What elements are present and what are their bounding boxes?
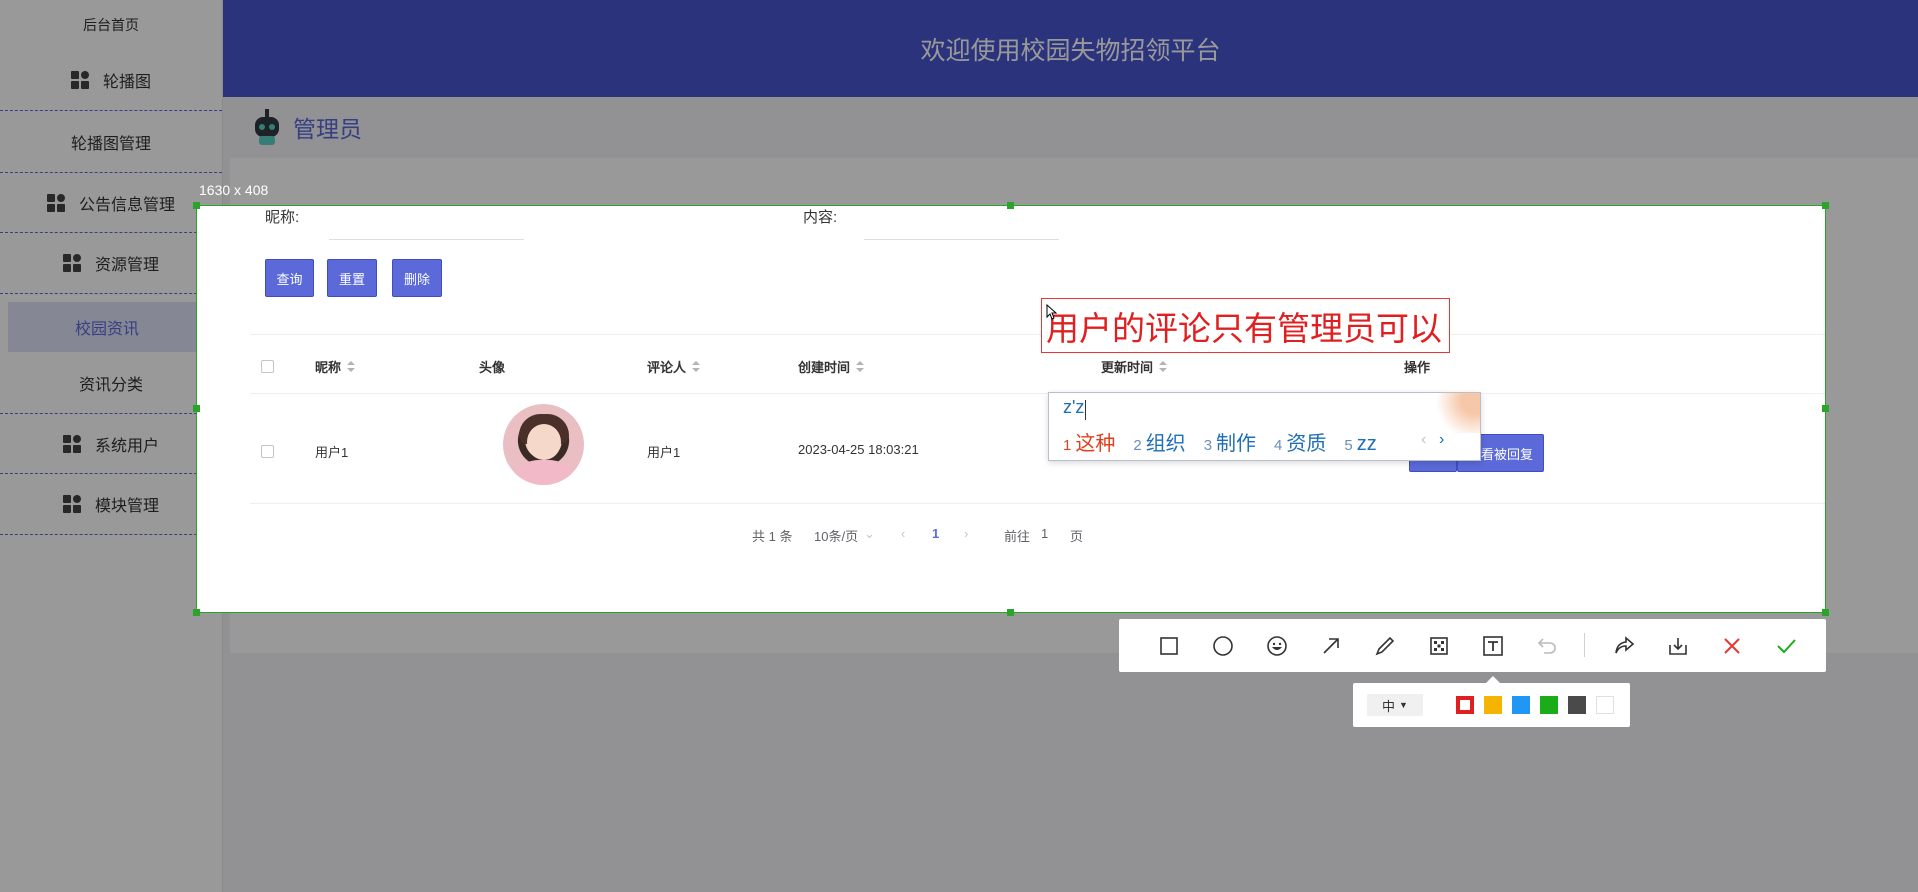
column-header-nickname[interactable]: 昵称: [315, 357, 356, 376]
delete-button[interactable]: 删除: [392, 259, 442, 297]
prev-page-icon[interactable]: ‹: [901, 526, 905, 541]
font-size-select[interactable]: 中 ▼: [1367, 694, 1423, 716]
resize-handle[interactable]: [193, 405, 200, 412]
resize-handle[interactable]: [1822, 609, 1829, 616]
row-checkbox[interactable]: [261, 445, 274, 458]
color-swatch-gray[interactable]: [1568, 696, 1586, 714]
current-page[interactable]: 1: [932, 526, 939, 541]
share-icon[interactable]: [1611, 633, 1637, 659]
chevron-down-icon: ⌄: [864, 526, 875, 541]
undo-icon[interactable]: [1534, 633, 1560, 659]
column-header-updated[interactable]: 更新时间: [1101, 357, 1168, 376]
arrow-icon[interactable]: [1318, 633, 1344, 659]
sort-icon[interactable]: [347, 360, 356, 373]
ime-candidate-window: z'z 1 这种 2 组织 3 制作 4 资质 5 zz ‹ ›: [1048, 392, 1481, 461]
comment-table: 昵称 头像 评论人 创建时间 更新时间 操作 用户1 用户1 2023-04-2…: [250, 334, 1825, 504]
row-created-time: 2023-04-25 18:03:21: [798, 442, 919, 457]
text-icon[interactable]: [1480, 633, 1506, 659]
nickname-input[interactable]: [329, 216, 524, 240]
resize-handle[interactable]: [1007, 609, 1014, 616]
text-options-bar: 中 ▼: [1353, 676, 1630, 727]
sort-icon[interactable]: [692, 360, 701, 373]
row-nickname: 用户1: [315, 445, 349, 460]
column-header-avatar: 头像: [479, 360, 506, 375]
resize-handle[interactable]: [193, 609, 200, 616]
ime-composition: z'z: [1063, 397, 1085, 417]
pen-icon[interactable]: [1372, 633, 1398, 659]
resize-handle[interactable]: [1007, 202, 1014, 209]
comment-list-panel: 昵称: 内容: 查询 重置 删除 昵称 头像 评论人 创建时间 更新时间 操作 …: [232, 206, 1825, 612]
goto-suffix: 页: [1070, 529, 1084, 544]
color-swatch-green[interactable]: [1540, 696, 1558, 714]
query-button[interactable]: 查询: [265, 259, 314, 297]
caret-down-icon: ▼: [1399, 700, 1408, 710]
ime-candidate[interactable]: 2 组织: [1133, 427, 1185, 456]
text-caret: [1085, 400, 1086, 420]
sort-icon[interactable]: [1159, 360, 1168, 373]
confirm-icon[interactable]: [1773, 633, 1799, 659]
save-icon[interactable]: [1665, 633, 1691, 659]
pagination: 共 1 条 10条/页 ⌄ ‹ 1 › 前往 1 页: [232, 526, 1825, 546]
color-swatch-blue[interactable]: [1512, 696, 1530, 714]
color-swatch-white[interactable]: [1596, 696, 1614, 714]
ime-skin-decoration: [1420, 393, 1480, 433]
selection-size-label: 1630 x 408: [199, 182, 269, 198]
ellipse-icon[interactable]: [1210, 633, 1236, 659]
avatar[interactable]: [503, 404, 584, 485]
row-commenter: 用户1: [647, 445, 681, 460]
next-page-icon[interactable]: ›: [964, 526, 968, 541]
content-label: 内容:: [803, 209, 838, 226]
pagination-total: 共 1 条: [752, 529, 793, 544]
screenshot-toolbar: [1119, 619, 1826, 672]
toolbar-divider: [1584, 633, 1585, 657]
ime-candidates: 1 这种 2 组织 3 制作 4 资质 5 zz: [1063, 427, 1395, 456]
nickname-label: 昵称:: [265, 209, 300, 226]
search-form: 昵称: 内容:: [232, 206, 1825, 246]
ime-candidate[interactable]: 5 zz: [1344, 433, 1376, 456]
reset-button[interactable]: 重置: [327, 259, 377, 297]
row-divider: [250, 503, 1825, 504]
rectangle-icon[interactable]: [1156, 633, 1182, 659]
column-header-commenter[interactable]: 评论人: [647, 357, 701, 376]
ime-candidate[interactable]: 3 制作: [1204, 427, 1256, 456]
selection-region[interactable]: 昵称: 内容: 查询 重置 删除 昵称 头像 评论人 创建时间 更新时间 操作 …: [196, 205, 1826, 613]
column-header-actions: 操作: [1404, 360, 1431, 375]
header-divider: [250, 393, 1825, 394]
color-swatch-red[interactable]: [1456, 696, 1474, 714]
sort-icon[interactable]: [856, 360, 865, 373]
resize-handle[interactable]: [193, 202, 200, 209]
ime-candidate[interactable]: 1 这种: [1063, 427, 1115, 456]
select-all-checkbox[interactable]: [261, 360, 274, 373]
mosaic-icon[interactable]: [1426, 633, 1452, 659]
content-input[interactable]: [864, 216, 1059, 240]
ime-candidate[interactable]: 4 资质: [1274, 427, 1326, 456]
goto-prefix: 前往: [1004, 529, 1031, 544]
resize-handle[interactable]: [1822, 202, 1829, 209]
color-swatch-yellow[interactable]: [1484, 696, 1502, 714]
mouse-cursor-icon: [1046, 304, 1058, 320]
text-annotation[interactable]: 用户的评论只有管理员可以: [1041, 298, 1450, 353]
page-size-select[interactable]: 10条/页: [814, 526, 858, 545]
close-icon[interactable]: [1719, 633, 1745, 659]
ime-next-page-icon[interactable]: ›: [1439, 431, 1444, 449]
resize-handle[interactable]: [1822, 405, 1829, 412]
column-header-created[interactable]: 创建时间: [798, 357, 865, 376]
emoji-icon[interactable]: [1264, 633, 1290, 659]
ime-prev-page-icon[interactable]: ‹: [1421, 431, 1426, 449]
goto-page-input[interactable]: 1: [1041, 526, 1048, 541]
